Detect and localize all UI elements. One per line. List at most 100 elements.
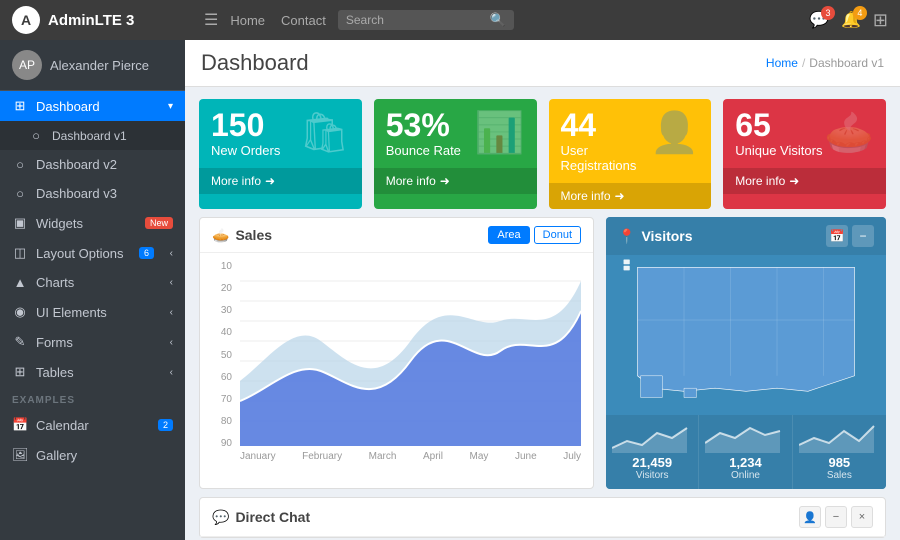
stat-card-registrations: 44 User Registrations 👤 More info ➜ (549, 99, 712, 209)
sales-mini-chart (799, 423, 880, 453)
stat-info: 150 New Orders (211, 109, 280, 158)
sidebar-item-forms[interactable]: ✎ Forms ‹ (0, 327, 185, 357)
logo-icon: A (12, 6, 40, 34)
sidebar-item-dashboard[interactable]: ⊞ Dashboard ▾ (0, 91, 185, 121)
sidebar-item-label: Dashboard v2 (36, 157, 117, 172)
direct-chat-tools: 👤 − × (799, 506, 873, 528)
arrow-right-icon: ➜ (789, 174, 799, 188)
ui-icon: ◉ (12, 304, 28, 320)
y-label: 80 (212, 416, 232, 427)
bar-chart-icon: 📊 (475, 109, 525, 156)
breadcrumb-home[interactable]: Home (766, 56, 798, 70)
forms-icon: ✎ (12, 334, 28, 350)
charts-icon: ▲ (12, 275, 28, 290)
comment-icon: 💬 (212, 509, 229, 526)
stat-card-footer[interactable]: More info ➜ (723, 168, 886, 194)
nav-link-contact[interactable]: Contact (281, 13, 326, 28)
sidebar-item-tables[interactable]: ⊞ Tables ‹ (0, 357, 185, 387)
more-info-link: More info (211, 174, 261, 188)
stat-card-body: 150 New Orders 🛍 (199, 99, 362, 168)
us-map-svg (621, 258, 871, 413)
gallery-icon: 🖼 (12, 447, 28, 463)
sidebar-item-dashboard-v2[interactable]: ○ Dashboard v2 (0, 150, 185, 179)
online-mini-chart (705, 423, 785, 453)
chevron-right-icon: ‹ (170, 248, 173, 259)
visitors-stat-sales: 985 Sales (793, 415, 886, 489)
hamburger-icon[interactable]: ☰ (204, 10, 218, 30)
sales-card: 🥧 Sales Area Donut 90 80 70 60 50 (199, 217, 594, 489)
donut-button[interactable]: Donut (534, 226, 581, 244)
online-stat-label: Online (705, 470, 785, 481)
shopping-bag-icon: 🛍 (299, 109, 350, 156)
user-plus-icon: 👤 (649, 109, 699, 156)
chevron-right-icon: ‹ (170, 367, 173, 378)
logo-area: A AdminLTE 3 (12, 6, 192, 34)
sidebar-item-charts[interactable]: ▲ Charts ‹ (0, 268, 185, 297)
arrow-right-icon: ➜ (615, 189, 625, 203)
sales-chart-title: 🥧 Sales (212, 227, 272, 244)
messages-badge: 3 (821, 6, 835, 20)
pie-icon: 🥧 (212, 227, 229, 244)
notifications-icon-wrap[interactable]: 🔔 4 (841, 10, 861, 30)
calendar-tool-button[interactable]: 📅 (826, 225, 848, 247)
sales-stat-label: Sales (799, 470, 880, 481)
stat-label: Bounce Rate (386, 143, 461, 158)
sidebar-item-label: UI Elements (36, 305, 107, 320)
y-label: 30 (212, 305, 232, 316)
stat-card-footer[interactable]: More info ➜ (199, 168, 362, 194)
visitors-stat-online: 1,234 Online (699, 415, 792, 489)
stat-info: 44 User Registrations (561, 109, 650, 173)
messages-icon-wrap[interactable]: 💬 3 (809, 10, 829, 30)
circle-icon: ○ (28, 128, 44, 143)
y-label: 50 (212, 350, 232, 361)
chevron-right-icon: ‹ (170, 337, 173, 348)
sidebar-item-widgets[interactable]: ▣ Widgets New (0, 208, 185, 238)
sidebar-item-dashboard-v3[interactable]: ○ Dashboard v3 (0, 179, 185, 208)
visitors-stats-row: 21,459 Visitors 1,234 Online (606, 415, 886, 489)
chat-tool-btn-1[interactable]: 👤 (799, 506, 821, 528)
chevron-right-icon: ‹ (170, 307, 173, 318)
layout-icon: ◫ (12, 245, 28, 261)
x-label: July (563, 451, 581, 462)
stat-number: 53% (386, 109, 461, 141)
sidebar-item-label: Dashboard v1 (52, 129, 127, 143)
sidebar-item-label: Dashboard (36, 99, 100, 114)
sidebar-item-layout-options[interactable]: ◫ Layout Options 6 ‹ (0, 238, 185, 268)
sales-chart-svg (240, 261, 581, 446)
sidebar-item-ui-elements[interactable]: ◉ UI Elements ‹ (0, 297, 185, 327)
apps-grid-icon[interactable]: ⊞ (873, 10, 888, 31)
sidebar-item-gallery[interactable]: 🖼 Gallery (0, 440, 185, 470)
visitors-stat-number: 21,459 (612, 455, 692, 470)
minus-tool-button[interactable]: − (852, 225, 874, 247)
page-title: Dashboard (201, 50, 309, 76)
sidebar-item-calendar[interactable]: 📅 Calendar 2 (0, 410, 185, 440)
stat-info: 53% Bounce Rate (386, 109, 461, 158)
mini-chart-svg (705, 423, 785, 453)
sales-chart-container: 90 80 70 60 50 40 30 20 10 (200, 253, 593, 473)
stat-card-footer[interactable]: More info ➜ (549, 183, 712, 209)
area-button[interactable]: Area (488, 226, 529, 244)
nav-link-home[interactable]: Home (230, 13, 265, 28)
sales-title-text: Sales (235, 227, 272, 243)
sidebar-item-label: Forms (36, 335, 73, 350)
x-label: June (515, 451, 537, 462)
chat-tool-btn-minus[interactable]: − (825, 506, 847, 528)
breadcrumb: Home / Dashboard v1 (766, 56, 884, 70)
pie-chart-icon: 🥧 (824, 109, 874, 156)
y-label: 60 (212, 372, 232, 383)
stat-label: New Orders (211, 143, 280, 158)
charts-row: 🥧 Sales Area Donut 90 80 70 60 50 (185, 217, 900, 497)
visitors-stat-visitors: 21,459 Visitors (606, 415, 699, 489)
dashboard-icon: ⊞ (12, 98, 28, 114)
sales-chart-tools: Area Donut (488, 226, 581, 244)
calendar-icon: 📅 (12, 417, 28, 433)
chat-tool-btn-close[interactable]: × (851, 506, 873, 528)
y-axis-labels: 90 80 70 60 50 40 30 20 10 (212, 261, 232, 449)
stat-card-footer[interactable]: More info ➜ (374, 168, 537, 194)
sidebar-item-dashboard-v1[interactable]: ○ Dashboard v1 (0, 121, 185, 150)
stat-card-visitors: 65 Unique Visitors 🥧 More info ➜ (723, 99, 886, 209)
x-label: March (369, 451, 397, 462)
search-icon[interactable]: 🔍 (490, 12, 506, 28)
visitors-stat-label: Visitors (612, 470, 692, 481)
search-input[interactable] (346, 13, 486, 27)
